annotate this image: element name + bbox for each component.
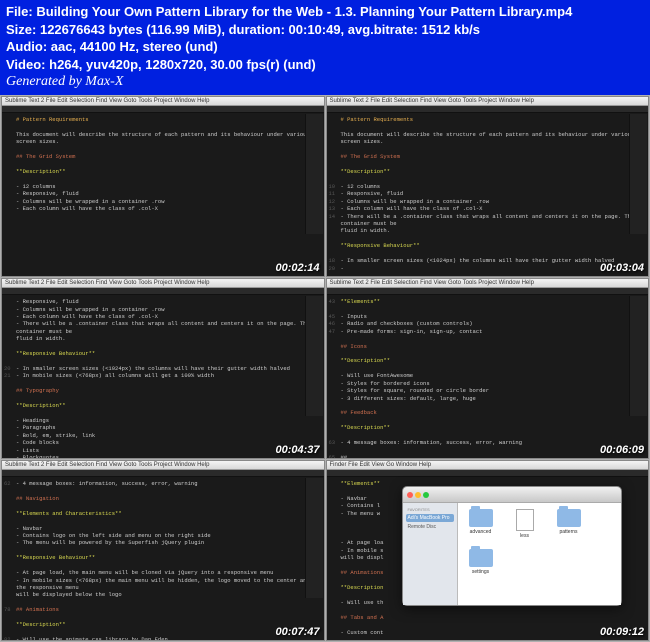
menu-bar[interactable]: Sublime Text 2 File Edit Selection Find … [2, 279, 324, 288]
editor-content[interactable]: - Responsive, fluid- Columns will be wra… [2, 295, 324, 459]
timestamp: 00:06:09 [600, 444, 644, 456]
timestamp: 00:02:14 [275, 262, 319, 274]
editor-content[interactable]: 62- 4 message boxes: information, succes… [2, 477, 324, 641]
minimap[interactable] [629, 114, 647, 234]
tab-bar[interactable] [327, 288, 649, 295]
finder-main[interactable]: advanced less patterns settings [458, 503, 621, 605]
minimap[interactable] [305, 296, 323, 416]
screenshot-3: Sublime Text 2 File Edit Selection Find … [1, 278, 325, 459]
tab-bar[interactable] [2, 470, 324, 477]
menu-bar[interactable]: Sublime Text 2 File Edit Selection Find … [327, 97, 649, 106]
tab-bar[interactable] [327, 470, 649, 477]
info-header: File: Building Your Own Pattern Library … [0, 0, 650, 95]
folder-item[interactable]: patterns [552, 509, 586, 539]
sidebar-heading: FAVORITES [406, 506, 454, 513]
folder-icon [557, 509, 581, 527]
minimap[interactable] [305, 114, 323, 234]
size-value: 122676643 bytes (116.99 MiB), duration: … [40, 22, 480, 37]
generated-by: Generated by Max-X [6, 73, 644, 92]
screenshot-1: Sublime Text 2 File Edit Selection Find … [1, 96, 325, 277]
editor-content[interactable]: 43**Elements** 45- Inputs46- Radio and c… [327, 295, 649, 459]
menu-bar[interactable]: Sublime Text 2 File Edit Selection Find … [327, 279, 649, 288]
file-icon [516, 509, 534, 531]
folder-icon [469, 509, 493, 527]
editor-content[interactable]: # Pattern Requirements This document wil… [2, 113, 324, 215]
minimap[interactable] [629, 296, 647, 416]
editor-content[interactable]: # Pattern Requirements This document wil… [327, 113, 649, 275]
timestamp: 00:07:47 [275, 626, 319, 638]
folder-icon [469, 549, 493, 567]
zoom-icon[interactable] [423, 492, 429, 498]
size-label: Size: [6, 22, 36, 37]
minimap[interactable] [305, 478, 323, 598]
video-label: Video: [6, 57, 46, 72]
audio-label: Audio: [6, 39, 47, 54]
tab-bar[interactable] [327, 106, 649, 113]
timestamp: 00:04:37 [275, 444, 319, 456]
screenshot-2: Sublime Text 2 File Edit Selection Find … [326, 96, 650, 277]
audio-value: aac, 44100 Hz, stereo (und) [51, 39, 218, 54]
finder-sidebar[interactable]: FAVORITES Adi's MacBook Pro Remote Disc [403, 503, 458, 605]
screenshot-5: Sublime Text 2 File Edit Selection Find … [1, 460, 325, 641]
timestamp: 00:09:12 [600, 626, 644, 638]
thumbnail-grid: Sublime Text 2 File Edit Selection Find … [0, 95, 650, 642]
sidebar-item-device[interactable]: Adi's MacBook Pro [406, 514, 454, 522]
close-icon[interactable] [407, 492, 413, 498]
minimize-icon[interactable] [415, 492, 421, 498]
folder-item[interactable]: advanced [464, 509, 498, 539]
file-value: Building Your Own Pattern Library for th… [36, 4, 572, 19]
tab-bar[interactable] [2, 288, 324, 295]
video-value: h264, yuv420p, 1280x720, 30.00 fps(r) (u… [49, 57, 316, 72]
file-label: File: [6, 4, 33, 19]
tab-bar[interactable] [2, 106, 324, 113]
folder-item[interactable]: settings [464, 549, 498, 575]
timestamp: 00:03:04 [600, 262, 644, 274]
finder-titlebar[interactable] [403, 487, 621, 503]
screenshot-4: Sublime Text 2 File Edit Selection Find … [326, 278, 650, 459]
finder-window[interactable]: FAVORITES Adi's MacBook Pro Remote Disc … [402, 486, 622, 606]
screenshot-6: Finder File Edit View Go Window Help **E… [326, 460, 650, 641]
sidebar-item-remote[interactable]: Remote Disc [406, 523, 454, 531]
menu-bar[interactable]: Finder File Edit View Go Window Help [327, 461, 649, 470]
file-item[interactable]: less [508, 509, 542, 539]
menu-bar[interactable]: Sublime Text 2 File Edit Selection Find … [2, 461, 324, 470]
menu-bar[interactable]: Sublime Text 2 File Edit Selection Find … [2, 97, 324, 106]
